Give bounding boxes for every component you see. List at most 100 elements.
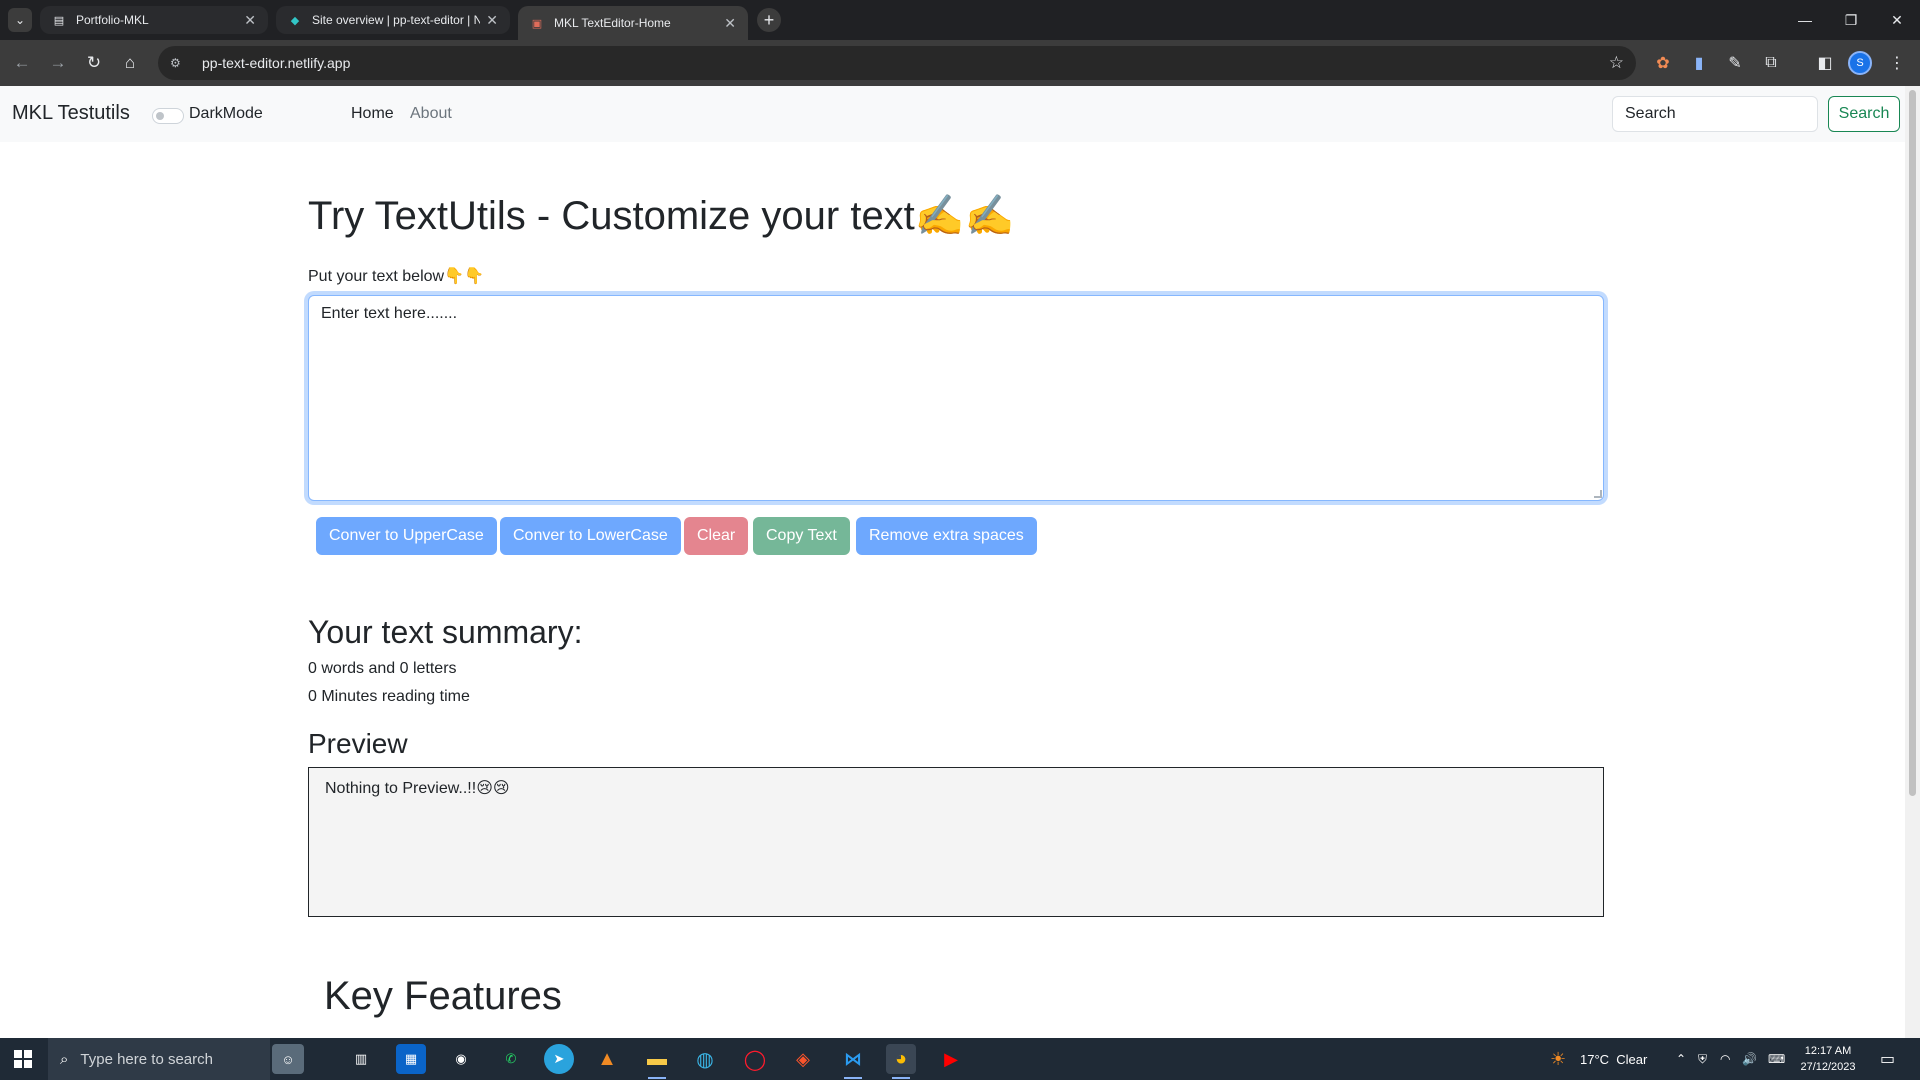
star-icon[interactable]: ☆ (1609, 53, 1624, 73)
search-highlight-icon[interactable]: ☺ (272, 1044, 304, 1074)
volume-icon[interactable]: 🔊 (1742, 1038, 1757, 1080)
cookie-extension-icon[interactable]: ✿ (1652, 52, 1674, 74)
document-extension-icon[interactable]: ▮ (1688, 52, 1710, 74)
system-clock[interactable]: 12:17 AM 27/12/2023 (1796, 1043, 1860, 1075)
page-scrollbar[interactable] (1905, 86, 1920, 1038)
arrow-right-icon: → (49, 53, 67, 72)
netlify-icon: ◆ (290, 14, 300, 27)
back-button[interactable]: ← (10, 51, 34, 75)
text-input-label: Put your text below👇👇 (308, 266, 484, 286)
wifi-icon[interactable]: ◠ (1720, 1038, 1730, 1080)
start-button[interactable] (0, 1038, 46, 1080)
whatsapp-icon[interactable]: ✆ (496, 1044, 526, 1074)
youtube-icon[interactable]: ▶ (936, 1044, 966, 1074)
copy-text-button[interactable]: Copy Text (753, 517, 850, 555)
restore-button[interactable]: ❐ (1828, 0, 1874, 40)
browser-tab-bar: ⌄ ▤ Portfolio-MKL ✕ ◆ Site overview | pp… (0, 0, 1920, 40)
taskbar-search-placeholder: Type here to search (80, 1050, 213, 1068)
new-tab-button[interactable]: + (757, 8, 781, 32)
site-info-icon[interactable]: ⚙ (170, 56, 190, 70)
reading-time-text: 0 Minutes reading time (308, 688, 470, 705)
notification-icon[interactable]: ▭ (1880, 1038, 1895, 1080)
browser-toolbar: ← → ↻ ⌂ ⚙ pp-text-editor.netlify.app ☆ ✿… (0, 40, 1920, 86)
preview-heading: Preview (308, 728, 408, 759)
chevron-up-icon[interactable]: ⌃ (1676, 1038, 1686, 1080)
tab-portfolio[interactable]: ▤ Portfolio-MKL ✕ (40, 6, 268, 34)
dark-mode-label[interactable]: DarkMode (189, 105, 263, 123)
writing-hand-emoji: ✍️✍️ (914, 193, 1015, 239)
store-icon[interactable]: ▦ (396, 1044, 426, 1074)
search-icon: ⌕ (60, 1050, 69, 1068)
site-navbar: MKL Testutils DarkMode Home About Search (0, 86, 1905, 142)
security-icon[interactable]: ⛨ (1698, 1038, 1707, 1080)
close-icon[interactable]: ✕ (486, 12, 498, 29)
vlc-icon[interactable]: ▲ (592, 1044, 622, 1074)
minimize-button[interactable]: — (1782, 0, 1828, 40)
file-explorer-icon[interactable]: ▬ (642, 1044, 672, 1079)
close-icon: ✕ (1891, 11, 1903, 28)
address-bar[interactable]: ⚙ pp-text-editor.netlify.app ☆ (158, 46, 1636, 80)
forward-button[interactable]: → (46, 51, 70, 75)
windows-icon (14, 1050, 32, 1068)
search-input[interactable] (1612, 96, 1818, 132)
restore-icon: ❐ (1844, 11, 1858, 28)
reload-button[interactable]: ↻ (82, 51, 106, 75)
tab-texteditor-home[interactable]: ▣ MKL TextEditor-Home ✕ (518, 6, 748, 40)
menu-icon[interactable]: ⋮ (1886, 52, 1908, 74)
telegram-icon[interactable]: ➤ (544, 1044, 574, 1074)
close-window-button[interactable]: ✕ (1874, 0, 1920, 40)
weather-widget[interactable]: 17°C Clear (1580, 1038, 1647, 1080)
task-view-icon[interactable]: ▥ (346, 1044, 376, 1074)
brand-title[interactable]: MKL Testutils (12, 102, 130, 125)
clear-button[interactable]: Clear (684, 517, 749, 555)
toggle-knob (156, 112, 164, 120)
minimize-icon: — (1798, 12, 1812, 28)
page-title: Try TextUtils - Customize your text✍️✍️ (308, 192, 1014, 239)
uppercase-button[interactable]: Conver to UpperCase (316, 517, 497, 555)
page-icon: ▣ (531, 17, 543, 30)
page-icon: ▤ (53, 14, 65, 27)
scrollbar-thumb[interactable] (1909, 90, 1916, 796)
plus-icon: + (763, 9, 775, 30)
edge-icon[interactable]: ◍ (690, 1044, 720, 1074)
preview-text: Nothing to Preview..!!😢😢 (325, 780, 510, 797)
lowercase-button[interactable]: Conver to LowerCase (500, 517, 681, 555)
resize-handle-icon[interactable] (1594, 490, 1602, 498)
features-heading: Key Features (324, 974, 562, 1018)
preview-box: Nothing to Preview..!!😢😢 (308, 767, 1604, 917)
maps-icon[interactable]: ◉ (446, 1044, 476, 1074)
tab-site-overview[interactable]: ◆ Site overview | pp-text-editor | N ✕ (276, 6, 510, 34)
keyboard-icon[interactable]: ⌨ (1768, 1038, 1785, 1080)
side-panel-icon[interactable]: ◧ (1814, 52, 1836, 74)
brave-icon[interactable]: ◈ (788, 1044, 818, 1074)
weather-text: Clear (1616, 1051, 1648, 1067)
home-icon: ⌂ (124, 53, 136, 72)
text-input-area[interactable] (308, 295, 1604, 501)
chevron-down-icon: ⌄ (14, 13, 26, 27)
summary-heading: Your text summary: (308, 614, 583, 650)
taskbar-search[interactable]: ⌕ Type here to search (48, 1038, 270, 1080)
tab-list-button[interactable]: ⌄ (8, 8, 32, 32)
weather-icon[interactable]: ☀ (1550, 1038, 1566, 1080)
profile-avatar[interactable]: S (1848, 51, 1872, 75)
text-input-label-text: Put your text below (308, 268, 445, 285)
url-text[interactable]: pp-text-editor.netlify.app (202, 55, 350, 71)
vscode-icon[interactable]: ⋈ (838, 1044, 868, 1079)
puzzle-extension-icon[interactable]: ⧉ (1760, 52, 1782, 74)
pen-extension-icon[interactable]: ✎ (1724, 52, 1746, 74)
nav-link-home[interactable]: Home (351, 105, 394, 123)
weather-temp: 17°C (1580, 1051, 1610, 1067)
opera-icon[interactable]: ◯ (740, 1044, 770, 1074)
search-button[interactable]: Search (1828, 96, 1900, 132)
remove-spaces-button[interactable]: Remove extra spaces (856, 517, 1037, 555)
windows-taskbar: ⌕ Type here to search ☺ ▥ ▦ ◉ ✆ ➤ ▲ ▬ ◍ … (0, 1038, 1920, 1080)
chrome-icon[interactable]: ◕ (886, 1044, 916, 1079)
close-icon[interactable]: ✕ (244, 12, 256, 29)
home-button[interactable]: ⌂ (118, 51, 142, 75)
dark-mode-toggle[interactable] (152, 108, 184, 124)
arrow-left-icon: ← (13, 53, 31, 72)
word-count-text: 0 words and 0 letters (308, 660, 457, 677)
close-icon[interactable]: ✕ (724, 15, 736, 32)
page-title-text: Try TextUtils - Customize your text (308, 194, 915, 238)
nav-link-about[interactable]: About (410, 105, 452, 123)
